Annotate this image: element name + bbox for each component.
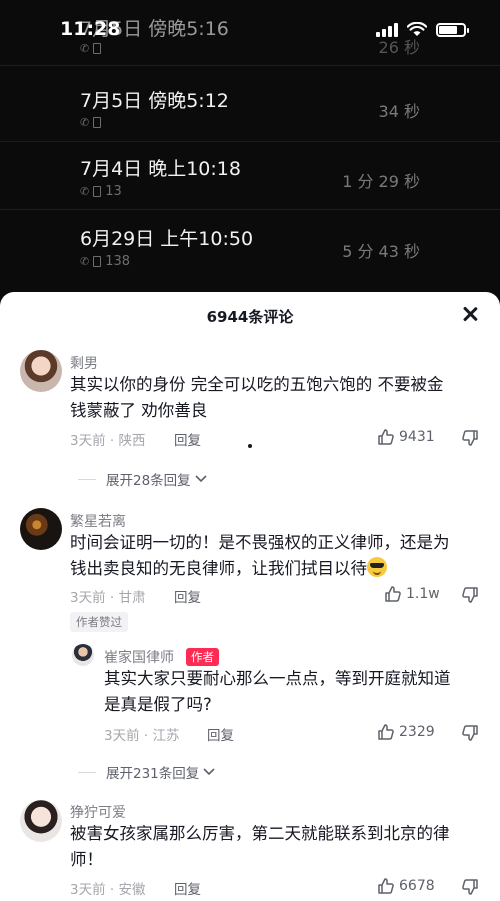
divider bbox=[78, 771, 96, 773]
call-number: 138 bbox=[105, 254, 131, 269]
sim-icon bbox=[93, 117, 102, 128]
reply-button[interactable]: 回复 bbox=[207, 724, 234, 744]
call-row[interactable]: 7月5日 傍晚5:12 ✆ 34 秒 bbox=[0, 74, 500, 142]
comment-text-line: 师！ bbox=[70, 850, 103, 869]
call-sub: ✆ bbox=[80, 116, 105, 129]
call-number: 13 bbox=[105, 184, 122, 199]
sim-icon bbox=[93, 256, 102, 267]
reply-button[interactable]: 回复 bbox=[174, 429, 201, 449]
call-duration: 34 秒 bbox=[378, 102, 420, 121]
comment-text: 时间会证明一切的！是不畏强权的正义律师，还是为 钱出卖良知的无良律师，让我们拭目… bbox=[70, 530, 450, 582]
thumbs-up-icon bbox=[385, 586, 401, 602]
status-icons bbox=[376, 22, 469, 37]
reply-meta: 3天前 · 江苏 bbox=[104, 728, 180, 744]
avatar[interactable] bbox=[20, 800, 62, 842]
like-count: 9431 bbox=[399, 429, 435, 445]
sim-icon bbox=[93, 186, 102, 197]
author-liked-badge: 作者赞过 bbox=[70, 612, 128, 632]
comment-text-line: 其实以你的身份 完全可以吃的五饱六饱的 不要被金 bbox=[70, 375, 444, 394]
call-date: 7月4日 晚上10:18 bbox=[80, 158, 241, 180]
call-log-background: 11:28 7月5日 傍晚5:16 ✆ 26 秒 7月5日 傍晚5:12 ✆ 3 bbox=[0, 0, 500, 300]
call-sub: ✆ 138 bbox=[80, 254, 130, 269]
expand-replies-button[interactable]: 展开231条回复 bbox=[78, 762, 215, 782]
like-button[interactable]: 6678 bbox=[377, 877, 435, 895]
reply-text-line: 是真是假了吗? bbox=[104, 695, 212, 714]
expand-replies-button[interactable]: 展开28条回复 bbox=[78, 469, 207, 489]
like-count: 1.1w bbox=[406, 586, 440, 602]
comment-meta: 3天前 · 安徽 bbox=[70, 882, 146, 898]
sunglasses-emoji-icon bbox=[367, 557, 387, 577]
expand-replies-label: 展开28条回复 bbox=[106, 473, 191, 489]
wifi-icon bbox=[407, 22, 427, 36]
comment-text-line: 钱蒙蔽了 劝你善良 bbox=[70, 401, 208, 420]
like-count: 6678 bbox=[399, 878, 435, 894]
status-time: 11:28 bbox=[60, 18, 121, 40]
comment-text-line: 被害女孩家属那么厉害，第二天就能联系到北京的律 bbox=[70, 824, 450, 843]
like-count: 2329 bbox=[399, 724, 435, 740]
comment-meta: 3天前 · 甘肃 bbox=[70, 590, 146, 606]
thumbs-down-icon bbox=[462, 430, 478, 446]
thumbs-down-icon bbox=[462, 587, 478, 603]
avatar[interactable] bbox=[20, 350, 62, 392]
comment-username[interactable]: 剩男 bbox=[70, 353, 98, 373]
cursor-dot bbox=[248, 444, 252, 448]
call-sub: ✆ 13 bbox=[80, 184, 122, 199]
like-button[interactable]: 2329 bbox=[377, 723, 435, 741]
expand-replies-label: 展开231条回复 bbox=[106, 766, 200, 782]
comment-text-line: 钱出卖良知的无良律师，让我们拭目以待 bbox=[70, 559, 367, 578]
comment-sheet: 6944条评论 剩男 其实以你的身份 完全可以吃的五饱六饱的 不要被金 钱蒙蔽了… bbox=[0, 292, 500, 901]
like-button[interactable]: 9431 bbox=[377, 428, 435, 446]
reply-button[interactable]: 回复 bbox=[174, 586, 201, 606]
comment-text-line: 时间会证明一切的！是不畏强权的正义律师，还是为 bbox=[70, 533, 450, 552]
signal-icon bbox=[376, 22, 398, 37]
comment-meta: 3天前 · 陕西 bbox=[70, 433, 146, 449]
chevron-down-icon bbox=[195, 475, 207, 483]
call-duration: 1 分 29 秒 bbox=[342, 172, 420, 191]
author-badge: 作者 bbox=[186, 648, 219, 666]
status-bar: 11:28 bbox=[0, 0, 500, 56]
chevron-down-icon bbox=[203, 768, 215, 776]
comment-text: 其实以你的身份 完全可以吃的五饱六饱的 不要被金 钱蒙蔽了 劝你善良 bbox=[70, 372, 444, 424]
comment-text: 被害女孩家属那么厉害，第二天就能联系到北京的律 师！ bbox=[70, 821, 450, 873]
avatar[interactable] bbox=[20, 508, 62, 550]
reply-username[interactable]: 崔家国律师 bbox=[104, 647, 174, 667]
dislike-button[interactable] bbox=[461, 429, 479, 447]
thumbs-down-icon bbox=[462, 725, 478, 741]
thumbs-up-icon bbox=[378, 878, 394, 894]
divider bbox=[78, 478, 96, 480]
close-icon[interactable] bbox=[460, 304, 480, 324]
call-row[interactable]: 6月29日 上午10:50 ✆ 138 5 分 43 秒 bbox=[0, 210, 500, 278]
like-button[interactable]: 1.1w bbox=[384, 585, 440, 603]
call-date: 6月29日 上午10:50 bbox=[80, 228, 254, 250]
phone-icon: ✆ bbox=[80, 116, 90, 129]
dislike-button[interactable] bbox=[461, 586, 479, 604]
phone-icon: ✆ bbox=[80, 255, 90, 268]
dislike-button[interactable] bbox=[461, 878, 479, 896]
dislike-button[interactable] bbox=[461, 724, 479, 742]
reply-button[interactable]: 回复 bbox=[174, 878, 201, 898]
call-date: 7月5日 傍晚5:12 bbox=[80, 90, 229, 112]
comment-username[interactable]: 狰狞可爱 bbox=[70, 802, 126, 822]
thumbs-up-icon bbox=[378, 429, 394, 445]
call-duration: 5 分 43 秒 bbox=[342, 242, 420, 261]
battery-icon bbox=[436, 22, 469, 37]
thumbs-up-icon bbox=[378, 724, 394, 740]
reply-text-line: 其实大家只要耐心那么一点点，等到开庭就知道 bbox=[104, 669, 451, 688]
phone-icon: ✆ bbox=[80, 185, 90, 198]
comment-count-title: 6944条评论 bbox=[206, 308, 294, 326]
call-row[interactable]: 7月4日 晚上10:18 ✆ 13 1 分 29 秒 bbox=[0, 142, 500, 210]
avatar[interactable] bbox=[72, 644, 94, 666]
reply-text: 其实大家只要耐心那么一点点，等到开庭就知道 是真是假了吗? bbox=[104, 666, 451, 718]
comment-username[interactable]: 繁星若离 bbox=[70, 511, 126, 531]
comment-text-line-with-emoji: 钱出卖良知的无良律师，让我们拭目以待 bbox=[70, 556, 450, 582]
thumbs-down-icon bbox=[462, 879, 478, 895]
